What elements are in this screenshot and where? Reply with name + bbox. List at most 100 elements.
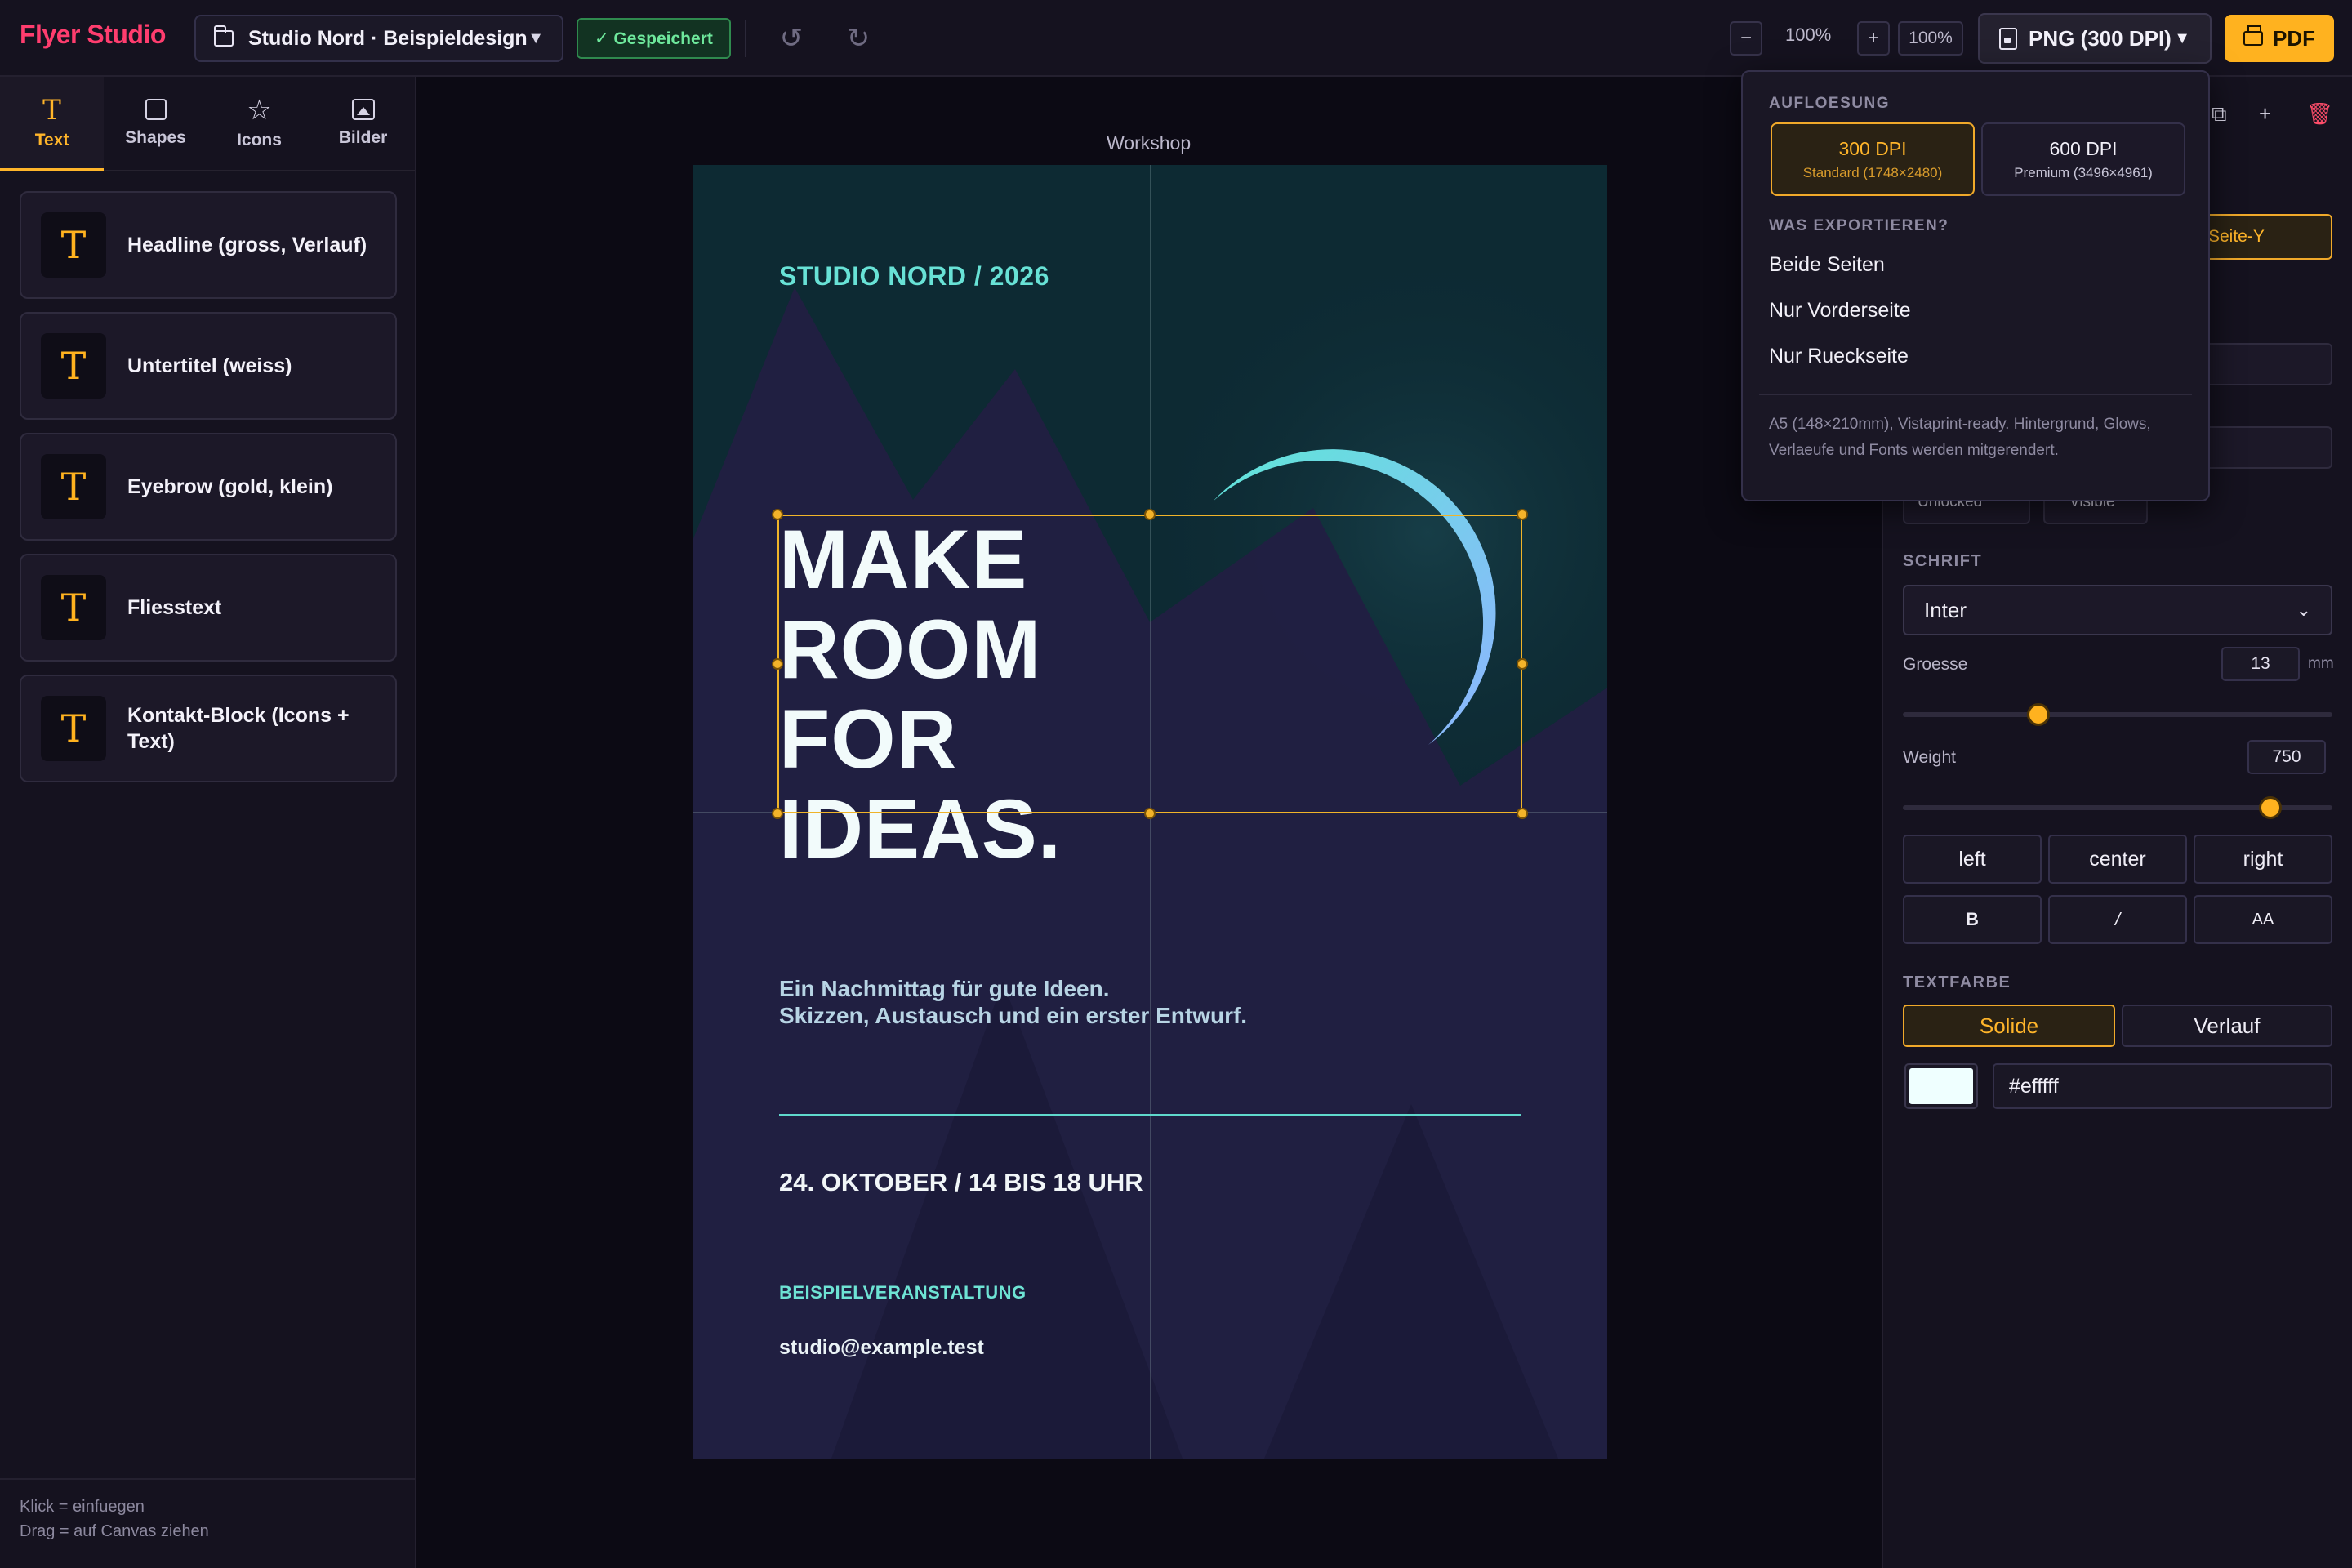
resize-handle-top-left[interactable] [772, 509, 783, 520]
preset-label: Headline (gross, Verlauf) [127, 233, 368, 256]
top-bar: Flyer Studio Studio Nord · Beispieldesig… [0, 0, 2352, 77]
dpi-title: 300 DPI [1838, 137, 1907, 159]
flyer-email-text[interactable]: studio@example.test [779, 1336, 984, 1360]
tab-label: Shapes [125, 128, 186, 147]
printer-icon [2243, 25, 2263, 46]
zoom-in-button[interactable]: + [1857, 21, 1890, 56]
tab-label: Icons [237, 131, 282, 149]
swatch-fill [1909, 1068, 1973, 1104]
tab-label: Text [34, 131, 69, 149]
resize-handle-top[interactable] [1144, 509, 1156, 520]
text-preset-eyebrow[interactable]: T Eyebrow (gold, klein) [20, 433, 397, 541]
zoom-reset-button[interactable]: 100% [1898, 21, 1963, 56]
toolbar-divider [745, 20, 746, 57]
uppercase-button[interactable]: AA [2194, 895, 2332, 944]
text-preset-body[interactable]: T Fliesstext [20, 554, 397, 662]
color-hex-input[interactable]: #efffff [1993, 1063, 2332, 1109]
project-selector[interactable]: Studio Nord · Beispieldesign ▼ [194, 15, 564, 62]
size-label: Groesse [1903, 655, 1968, 674]
resize-handle-left[interactable] [772, 658, 783, 670]
caret-down-icon: ▼ [528, 29, 544, 47]
resize-handle-bottom-right[interactable] [1517, 808, 1528, 819]
tab-bilder[interactable]: Bilder [311, 77, 415, 170]
saved-status-badge: ✓ Gespeichert [577, 18, 731, 59]
resolution-label: AUFLOESUNG [1769, 95, 1890, 112]
bold-button[interactable]: B [1903, 895, 2042, 944]
color-mode-solid-tab[interactable]: Solide [1903, 1004, 2115, 1047]
preset-label: Eyebrow (gold, klein) [127, 474, 333, 498]
italic-button[interactable]: / [2048, 895, 2187, 944]
align-center-button[interactable]: center [2048, 835, 2187, 884]
dpi-option-600[interactable]: 600 DPI Premium (3496×4961) [1981, 122, 2185, 196]
flyer-page[interactable]: STUDIO NORD / 2026 MAKE ROOM FOR IDEAS. … [693, 165, 1607, 1459]
tab-icons[interactable]: ☆ Icons [207, 77, 311, 170]
text-icon: T [41, 454, 106, 519]
export-option-back[interactable]: Nur Rueckseite [1769, 345, 1909, 368]
dropdown-divider [1759, 394, 2192, 395]
text-icon: T [42, 94, 61, 127]
text-preset-headline[interactable]: T Headline (gross, Verlauf) [20, 191, 397, 299]
resize-handle-top-right[interactable] [1517, 509, 1528, 520]
text-icon: T [41, 212, 106, 278]
export-options-dropdown: AUFLOESUNG 300 DPI Standard (1748×2480) … [1741, 70, 2210, 501]
undo-icon[interactable]: ↺ [771, 18, 812, 59]
chevron-down-icon: ⌄ [2296, 599, 2311, 620]
size-unit: mm [2308, 655, 2334, 672]
pdf-label: PDF [2273, 25, 2315, 51]
selection-box[interactable] [777, 514, 1522, 813]
flyer-event-text[interactable]: BEISPIELVERANSTALTUNG [779, 1282, 1027, 1303]
weight-input[interactable]: 750 [2247, 740, 2326, 774]
usage-hint: Klick = einfuegen Drag = auf Canvas zieh… [20, 1494, 209, 1544]
align-left-button[interactable]: left [1903, 835, 2042, 884]
font-family-select[interactable]: Inter ⌄ [1903, 585, 2332, 635]
image-icon [351, 99, 375, 120]
flyer-eyebrow-text[interactable]: STUDIO NORD / 2026 [779, 261, 1049, 292]
export-format-label: PNG (300 DPI) [2029, 25, 2172, 51]
resize-handle-bottom-left[interactable] [772, 808, 783, 819]
partial-button-seite-y[interactable]: Seite-Y [2205, 214, 2332, 260]
element-library-panel: T Text Shapes ☆ Icons Bilder T Headline … [0, 77, 416, 1568]
hint-drag: Drag = auf Canvas ziehen [20, 1522, 209, 1540]
flyer-date-text[interactable]: 24. OKTOBER / 14 BIS 18 UHR [779, 1168, 1143, 1197]
text-icon: T [41, 696, 106, 761]
zoom-out-button[interactable]: − [1730, 21, 1762, 56]
export-option-front[interactable]: Nur Vorderseite [1769, 299, 1911, 323]
hint-click: Klick = einfuegen [20, 1498, 145, 1516]
trash-icon[interactable]: 🗑 [2306, 101, 2333, 127]
partial-input-1[interactable] [2205, 343, 2332, 385]
text-icon: T [41, 575, 106, 640]
flyer-divider-line[interactable] [779, 1114, 1521, 1116]
tab-text[interactable]: T Text [0, 77, 104, 172]
dpi-title: 600 DPI [2049, 137, 2118, 159]
export-option-both-pages[interactable]: Beide Seiten [1769, 253, 1885, 277]
add-icon[interactable]: + [2259, 101, 2271, 127]
duplicate-icon[interactable]: ⧉ [2212, 101, 2227, 127]
text-preset-contact[interactable]: T Kontakt-Block (Icons + Text) [20, 675, 397, 782]
preset-label: Untertitel (weiss) [127, 354, 292, 377]
color-mode-gradient-tab[interactable]: Verlauf [2122, 1004, 2332, 1047]
image-file-icon [1999, 27, 2017, 50]
resize-handle-bottom[interactable] [1144, 808, 1156, 819]
tab-shapes[interactable]: Shapes [104, 77, 207, 170]
export-what-label: WAS EXPORTIEREN? [1769, 217, 1949, 234]
flyer-subtitle-text[interactable]: Ein Nachmittag für gute Ideen. Skizzen, … [779, 975, 1247, 1029]
text-preset-subtitle[interactable]: T Untertitel (weiss) [20, 312, 397, 420]
star-icon: ☆ [247, 95, 272, 126]
size-input[interactable]: 13 [2221, 647, 2300, 681]
align-right-button[interactable]: right [2194, 835, 2332, 884]
pdf-export-button[interactable]: PDF [2225, 15, 2334, 62]
export-format-button[interactable]: PNG (300 DPI) ▼ [1978, 13, 2212, 64]
size-slider-thumb[interactable] [2027, 703, 2050, 726]
weight-slider-thumb[interactable] [2259, 796, 2282, 819]
size-slider[interactable] [1903, 712, 2332, 717]
square-icon [145, 99, 167, 120]
page-title: Workshop [1107, 132, 1192, 154]
partial-input-2[interactable] [2205, 426, 2332, 469]
resize-handle-right[interactable] [1517, 658, 1528, 670]
dpi-option-300[interactable]: 300 DPI Standard (1748×2480) [1771, 122, 1975, 196]
color-swatch[interactable] [1904, 1063, 1978, 1109]
preset-label: Kontakt-Block (Icons + Text) [127, 703, 350, 754]
app-logo: Flyer Studio [20, 20, 166, 50]
redo-icon[interactable]: ↻ [838, 18, 879, 59]
export-note: A5 (148×210mm), Vistaprint-ready. Hinter… [1769, 416, 2151, 459]
